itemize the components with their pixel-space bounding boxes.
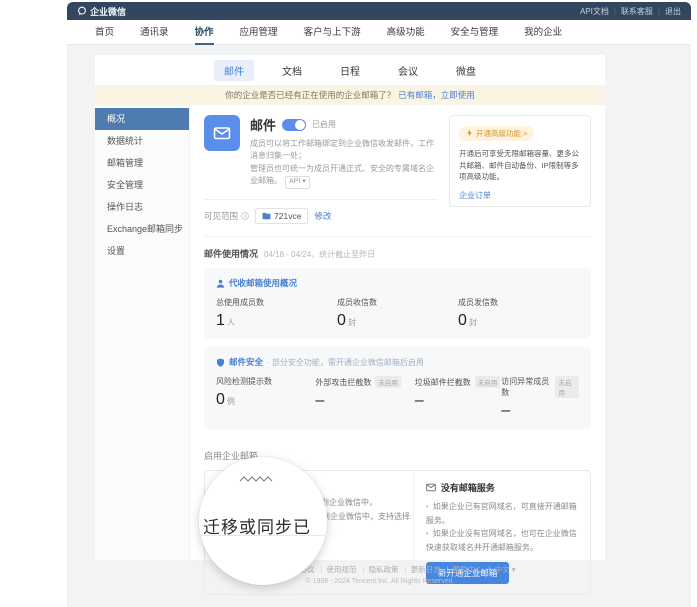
page: 企业微信 API文档 联系客服 退出 首页 通讯录 协作 应用管理 客户与上下游… <box>0 0 697 607</box>
folder-icon <box>262 212 271 220</box>
security-panel-note: · 部分安全功能，需开通企业微信邮箱后启用 <box>267 357 424 368</box>
api-docs-link[interactable]: API文档 <box>580 6 609 17</box>
stat-abnormal-access: 访问异常成员数 未启用 – <box>501 376 579 420</box>
stat-risk-alerts: 风险检测提示数 0例 <box>216 376 315 420</box>
subtab-docs[interactable]: 文档 <box>272 60 312 81</box>
footer-link-privacy[interactable]: 隐私政策 <box>359 565 399 574</box>
security-panel-title: 邮件安全 <box>229 356 263 368</box>
sidebar-item-overview[interactable]: 概况 <box>95 108 189 130</box>
subtab-meeting[interactable]: 会议 <box>388 60 428 81</box>
feature-desc-line2: 管理员也可统一为成员开通正式、安全的专属域名企业邮箱。 <box>250 164 434 185</box>
spark-icon <box>466 129 473 137</box>
footer-link-help-center[interactable]: 帮助中心 <box>443 565 483 574</box>
nav-tab-contacts[interactable]: 通讯录 <box>140 20 169 45</box>
visibility-scope-row: 可见范围 721vce <box>204 200 437 232</box>
app-logo[interactable]: 企业微信 <box>77 5 126 18</box>
premium-promo-text: 开通后可享受无限邮箱容量、更多公共邮箱、邮件自动备份、IP限制等多项高级功能。 <box>459 148 581 183</box>
feature-title: 邮件 <box>250 115 276 134</box>
api-dropdown-tag[interactable]: API ▾ <box>285 176 310 189</box>
sidebar-item-security-management[interactable]: 安全管理 <box>95 174 189 196</box>
no-mailbox-title: 没有邮箱服务 <box>441 481 495 494</box>
scope-label: 可见范围 <box>204 210 238 222</box>
subtab-drive[interactable]: 微盘 <box>446 60 486 81</box>
sidebar-item-exchange-sync[interactable]: Exchange邮箱同步 <box>95 218 189 240</box>
mail-feature-icon <box>204 115 240 151</box>
stat-total-members: 总使用成员数 1人 <box>216 297 337 330</box>
usage-section-title: 邮件使用情况 <box>204 247 258 260</box>
nav-tab-app-management[interactable]: 应用管理 <box>240 20 278 45</box>
delegated-panel-title: 代收邮箱使用概况 <box>229 277 297 289</box>
sidebar: 概况 数据统计 邮箱管理 安全管理 操作日志 Exchange邮箱同步 设置 <box>95 105 190 560</box>
content-background: 邮件 文档 日程 会议 微盘 你的企业是否已经有正在使用的企业邮箱了？ 已有邮箱… <box>67 45 691 607</box>
primary-nav: 首页 通讯录 协作 应用管理 客户与上下游 高级功能 安全与管理 我的企业 <box>67 20 691 45</box>
stat-sent-count: 成员发信数 0封 <box>458 297 579 330</box>
subtab-mail[interactable]: 邮件 <box>214 60 254 81</box>
footer-link-usage-policy[interactable]: 使用规范 <box>317 565 357 574</box>
no-mailbox-bullet-2: 如果企业没有官网域名，也可在企业微信快速获取域名并开通邮箱服务。 <box>426 527 578 554</box>
notice-banner: 你的企业是否已经有正在使用的企业邮箱了？ 已有邮箱，立即使用 <box>95 85 605 105</box>
main-card: 邮件 文档 日程 会议 微盘 你的企业是否已经有正在使用的企业邮箱了？ 已有邮箱… <box>95 55 605 560</box>
stat-spam-intercepts: 垃圾邮件拦截数 未启用 – <box>415 376 501 420</box>
no-mailbox-bullet-1: 如果企业已有官网域名，可直接开通邮箱服务。 <box>426 500 578 527</box>
stat-received-count: 成员收信数 0封 <box>337 297 458 330</box>
envelope-plus-icon <box>426 483 436 492</box>
magnifier-lens-underline <box>199 535 327 536</box>
nav-tab-advanced[interactable]: 高级功能 <box>387 20 425 45</box>
sidebar-item-mailbox-management[interactable]: 邮箱管理 <box>95 152 189 174</box>
stat-attack-intercepts: 外部攻击拦截数 未启用 – <box>315 376 414 420</box>
feature-desc-line1: 成员可以将工作邮箱绑定到企业微信收发邮件，工作消息归集一处； <box>250 139 434 160</box>
subtab-calendar[interactable]: 日程 <box>330 60 370 81</box>
logout-link[interactable]: 退出 <box>653 6 681 17</box>
sub-tabs: 邮件 文档 日程 会议 微盘 <box>95 55 605 85</box>
premium-promo-box: 开通高级功能 > 开通后可享受无限邮箱容量、更多公共邮箱、邮件自动备份、IP限制… <box>449 115 591 207</box>
not-enabled-badge: 未启用 <box>375 376 401 388</box>
shield-icon <box>216 358 225 367</box>
person-icon <box>216 279 225 288</box>
scope-department-tag: 721vce <box>255 208 308 224</box>
scope-modify-link[interactable]: 修改 <box>314 210 331 222</box>
topbar-links: API文档 联系客服 退出 <box>580 6 681 17</box>
mail-security-panel: 邮件安全 · 部分安全功能，需开通企业微信邮箱后启用 风险检测提示数 0例 外部… <box>204 347 591 429</box>
info-icon[interactable] <box>241 212 249 220</box>
enterprise-order-link[interactable]: 企业订单 <box>459 190 581 201</box>
nav-tab-security[interactable]: 安全与管理 <box>451 20 499 45</box>
notice-banner-link[interactable]: 已有邮箱，立即使用 <box>398 89 475 101</box>
mail-enabled-toggle[interactable] <box>282 119 306 131</box>
footer: 关于腾讯 用户协议 使用规范 隐私政策 更新日志 帮助中心 中文 ▾ © 199… <box>67 564 691 585</box>
delegated-mailbox-panel: 代收邮箱使用概况 总使用成员数 1人 成员收信数 0封 <box>204 268 591 339</box>
wework-logo-icon <box>77 6 87 16</box>
not-enabled-badge: 未启用 <box>475 376 501 388</box>
nav-tab-customers[interactable]: 客户与上下游 <box>304 20 361 45</box>
sidebar-item-settings[interactable]: 设置 <box>95 240 189 262</box>
contact-support-link[interactable]: 联系客服 <box>609 6 653 17</box>
usage-period: 04/18 - 04/24，统计截止至昨日 <box>264 249 375 260</box>
sidebar-item-statistics[interactable]: 数据统计 <box>95 130 189 152</box>
not-enabled-badge: 未启用 <box>555 376 579 398</box>
sidebar-item-operation-log[interactable]: 操作日志 <box>95 196 189 218</box>
copyright-text: © 1998 - 2024 Tencent Inc. All Rights Re… <box>67 578 691 585</box>
footer-language-selector[interactable]: 中文 ▾ <box>485 565 516 574</box>
feature-status: 已启用 <box>312 119 336 130</box>
top-bar: 企业微信 API文档 联系客服 退出 <box>67 2 691 20</box>
premium-upgrade-badge[interactable]: 开通高级功能 > <box>459 126 534 141</box>
app-logo-label: 企业微信 <box>90 5 126 18</box>
premium-upgrade-label: 开通高级功能 > <box>476 128 527 139</box>
notice-banner-text: 你的企业是否已经有正在使用的企业邮箱了？ <box>225 89 395 101</box>
footer-link-changelog[interactable]: 更新日志 <box>401 565 441 574</box>
main-panel: 邮件 已启用 成员可以将工作邮箱绑定到企业微信收发邮件，工作消息归集一处； 管理… <box>190 105 605 560</box>
nav-tab-my-company[interactable]: 我的企业 <box>524 20 562 45</box>
scope-tag-label: 721vce <box>274 211 301 221</box>
nav-tab-home[interactable]: 首页 <box>95 20 114 45</box>
toggle-knob <box>295 120 305 130</box>
nav-tab-collaboration[interactable]: 协作 <box>195 20 214 45</box>
squiggle-annotation <box>239 474 273 484</box>
